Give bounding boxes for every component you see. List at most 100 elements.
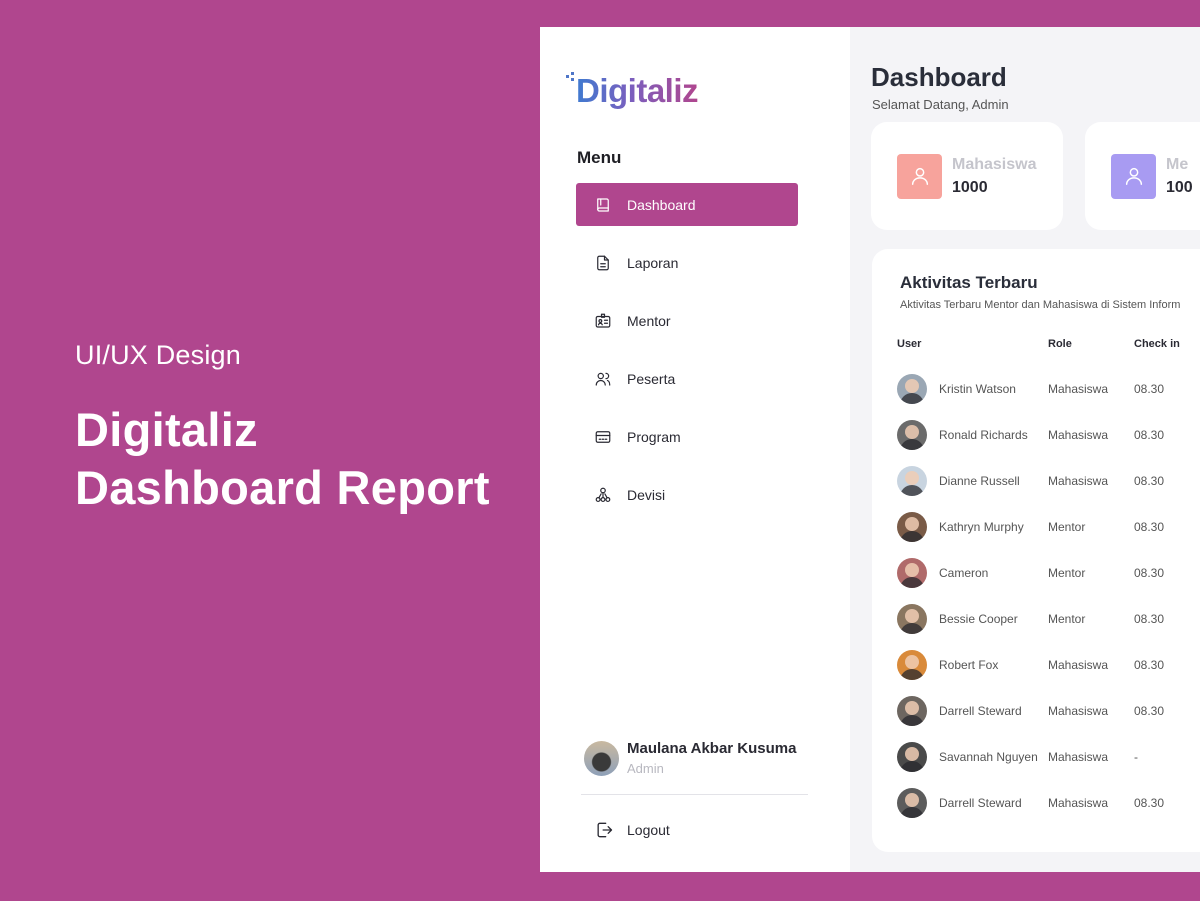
checkin-time: 08.30 bbox=[1134, 428, 1165, 442]
user-name: Kathryn Murphy bbox=[939, 520, 1024, 534]
user-name: Robert Fox bbox=[939, 658, 999, 672]
column-header-user[interactable]: User bbox=[897, 338, 921, 350]
stat-label: Me bbox=[1166, 155, 1189, 173]
user-role: Mentor bbox=[1048, 520, 1086, 534]
sidebar: Digitaliz Menu Dashboard Laporan Mentor … bbox=[540, 27, 850, 872]
avatar bbox=[897, 374, 927, 404]
user-name: Ronald Richards bbox=[939, 428, 1028, 442]
table-row[interactable]: Darrell Steward Mahasiswa 08.30 bbox=[897, 788, 1200, 834]
avatar bbox=[897, 742, 927, 772]
book-icon bbox=[597, 197, 609, 212]
sidebar-item-label: Program bbox=[627, 428, 681, 445]
sidebar-item-label: Dashboard bbox=[627, 196, 696, 213]
table-row[interactable]: Savannah Nguyen Mahasiswa - bbox=[897, 742, 1200, 788]
stat-value: 100 bbox=[1166, 178, 1193, 196]
table-row[interactable]: Cameron Mentor 08.30 bbox=[897, 558, 1200, 604]
checkin-time: 08.30 bbox=[1134, 382, 1165, 396]
user-name: Kristin Watson bbox=[939, 382, 1016, 396]
stat-value: 1000 bbox=[952, 178, 988, 196]
main-content: Dashboard Selamat Datang, Admin Mahasisw… bbox=[850, 27, 1200, 872]
current-user[interactable]: Maulana Akbar Kusuma Admin bbox=[584, 740, 797, 776]
sidebar-item-label: Peserta bbox=[627, 370, 676, 387]
table-row[interactable]: Dianne Russell Mahasiswa 08.30 bbox=[897, 466, 1200, 512]
column-header-role[interactable]: Role bbox=[1048, 338, 1072, 350]
hero-section: UI/UX Design Digitaliz Dashboard Report bbox=[75, 340, 490, 517]
brand-logo[interactable]: Digitaliz bbox=[564, 72, 699, 110]
checkin-time: 08.30 bbox=[1134, 474, 1165, 488]
sidebar-nav: Dashboard Laporan Mentor Peserta Program… bbox=[576, 183, 798, 531]
sidebar-item-devisi[interactable]: Devisi bbox=[576, 473, 798, 516]
users-icon bbox=[595, 372, 611, 386]
checkin-time: 08.30 bbox=[1134, 658, 1165, 672]
logout-label: Logout bbox=[627, 822, 670, 838]
checkin-time: 08.30 bbox=[1134, 612, 1165, 626]
sidebar-item-label: Devisi bbox=[627, 486, 666, 503]
user-role: Admin bbox=[627, 761, 664, 776]
user-role: Mahasiswa bbox=[1048, 474, 1109, 488]
sidebar-item-peserta[interactable]: Peserta bbox=[576, 357, 798, 400]
user-role: Mahasiswa bbox=[1048, 382, 1109, 396]
avatar bbox=[897, 604, 927, 634]
checkin-time: 08.30 bbox=[1134, 704, 1165, 718]
activity-table-body: Kristin Watson Mahasiswa 08.30 Ronald Ri… bbox=[897, 374, 1200, 834]
page-title: Dashboard bbox=[871, 62, 1007, 92]
avatar bbox=[897, 558, 927, 588]
hero-title-line-2: Dashboard Report bbox=[75, 461, 490, 514]
user-role: Mahasiswa bbox=[1048, 750, 1109, 764]
logo-dots-icon bbox=[564, 72, 576, 86]
table-row[interactable]: Darrell Steward Mahasiswa 08.30 bbox=[897, 696, 1200, 742]
hero-title-line-1: Digitaliz bbox=[75, 403, 258, 456]
logout-button[interactable]: Logout bbox=[594, 820, 670, 840]
checkin-time: 08.30 bbox=[1134, 520, 1165, 534]
stat-icon-box bbox=[897, 153, 942, 199]
hierarchy-icon bbox=[595, 487, 611, 502]
user-role: Mahasiswa bbox=[1048, 704, 1109, 718]
logout-icon bbox=[597, 822, 613, 838]
stat-icon-box bbox=[1111, 153, 1156, 199]
avatar bbox=[584, 740, 619, 776]
avatar bbox=[897, 512, 927, 542]
card-icon bbox=[595, 430, 611, 443]
avatar bbox=[897, 650, 927, 680]
stat-card-mentor[interactable]: Me 100 bbox=[1085, 122, 1200, 230]
user-role: Mahasiswa bbox=[1048, 658, 1109, 672]
activity-title: Aktivitas Terbaru bbox=[900, 273, 1038, 292]
page-subtitle: Selamat Datang, Admin bbox=[872, 97, 1009, 112]
sidebar-item-mentor[interactable]: Mentor bbox=[576, 299, 798, 342]
stat-card-mahasiswa[interactable]: Mahasiswa 1000 bbox=[871, 122, 1063, 230]
avatar bbox=[897, 696, 927, 726]
table-row[interactable]: Ronald Richards Mahasiswa 08.30 bbox=[897, 420, 1200, 466]
table-row[interactable]: Bessie Cooper Mentor 08.30 bbox=[897, 604, 1200, 650]
column-header-checkin[interactable]: Check in bbox=[1134, 338, 1180, 350]
table-row[interactable]: Kathryn Murphy Mentor 08.30 bbox=[897, 512, 1200, 558]
checkin-time: 08.30 bbox=[1134, 796, 1165, 810]
user-icon bbox=[1125, 167, 1142, 185]
id-badge-icon bbox=[595, 313, 611, 328]
sidebar-divider bbox=[581, 794, 808, 795]
sidebar-item-label: Mentor bbox=[627, 312, 671, 329]
user-role: Mahasiswa bbox=[1048, 428, 1109, 442]
user-name: Cameron bbox=[939, 566, 989, 580]
avatar bbox=[897, 788, 927, 818]
avatar bbox=[897, 466, 927, 496]
sidebar-item-program[interactable]: Program bbox=[576, 415, 798, 458]
sidebar-item-dashboard[interactable]: Dashboard bbox=[576, 183, 798, 226]
table-row[interactable]: Kristin Watson Mahasiswa 08.30 bbox=[897, 374, 1200, 420]
hero-kicker: UI/UX Design bbox=[75, 340, 241, 370]
sidebar-item-laporan[interactable]: Laporan bbox=[576, 241, 798, 284]
user-icon bbox=[911, 167, 928, 185]
user-name: Darrell Steward bbox=[939, 704, 1022, 718]
stat-label: Mahasiswa bbox=[952, 155, 1037, 173]
app-window: Digitaliz Menu Dashboard Laporan Mentor … bbox=[540, 27, 1200, 872]
table-row[interactable]: Robert Fox Mahasiswa 08.30 bbox=[897, 650, 1200, 696]
user-name: Savannah Nguyen bbox=[939, 750, 1038, 764]
user-name: Maulana Akbar Kusuma bbox=[627, 740, 797, 757]
checkin-time: - bbox=[1134, 750, 1138, 764]
user-name: Darrell Steward bbox=[939, 796, 1022, 810]
user-name: Bessie Cooper bbox=[939, 612, 1018, 626]
user-name: Dianne Russell bbox=[939, 474, 1020, 488]
user-role: Mahasiswa bbox=[1048, 796, 1109, 810]
logo-wordmark: Digitaliz bbox=[576, 72, 699, 109]
checkin-time: 08.30 bbox=[1134, 566, 1165, 580]
activity-card: Aktivitas Terbaru Aktivitas Terbaru Ment… bbox=[872, 249, 1200, 852]
